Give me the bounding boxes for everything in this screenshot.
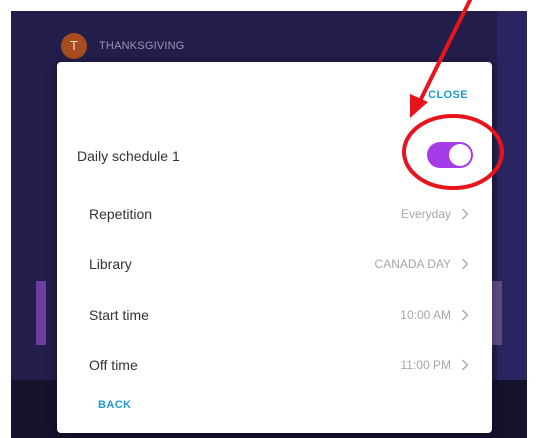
chevron-right-icon (461, 359, 469, 371)
chevron-right-icon (461, 258, 469, 270)
library-value-group: CANADA DAY (375, 257, 469, 271)
background-card-left (36, 281, 46, 345)
schedule-title: Daily schedule 1 (77, 148, 180, 164)
off-time-label: Off time (89, 357, 138, 373)
background-side-panel (497, 11, 527, 438)
screen: T THANKSGIVING CLOSE Daily schedule 1 Re… (0, 0, 538, 438)
background-playlist-row: T THANKSGIVING (61, 33, 185, 59)
off-time-value: 11:00 PM (400, 358, 451, 372)
start-time-value-group: 10:00 AM (400, 308, 469, 322)
off-time-value-group: 11:00 PM (401, 358, 469, 372)
repetition-value-group: Everyday (401, 207, 469, 221)
repetition-row[interactable]: Repetition Everyday (89, 199, 469, 229)
schedule-toggle[interactable] (427, 142, 473, 168)
off-time-row[interactable]: Off time 11:00 PM (89, 350, 469, 380)
close-button[interactable]: CLOSE (428, 89, 468, 101)
chevron-right-icon (461, 208, 469, 220)
repetition-label: Repetition (89, 206, 153, 222)
library-row[interactable]: Library CANADA DAY (89, 249, 469, 279)
start-time-value: 10:00 AM (400, 308, 451, 322)
library-label: Library (89, 256, 132, 272)
background-card-right (492, 281, 502, 345)
back-button[interactable]: BACK (98, 399, 131, 411)
chevron-right-icon (461, 309, 469, 321)
library-value: CANADA DAY (374, 257, 451, 271)
toggle-knob (449, 144, 471, 166)
start-time-label: Start time (89, 307, 149, 323)
schedule-dialog: CLOSE Daily schedule 1 Repetition Everyd… (57, 62, 492, 433)
repetition-value: Everyday (400, 207, 451, 221)
start-time-row[interactable]: Start time 10:00 AM (89, 300, 469, 330)
playlist-avatar: T (61, 33, 87, 59)
playlist-title: THANKSGIVING (99, 40, 185, 52)
